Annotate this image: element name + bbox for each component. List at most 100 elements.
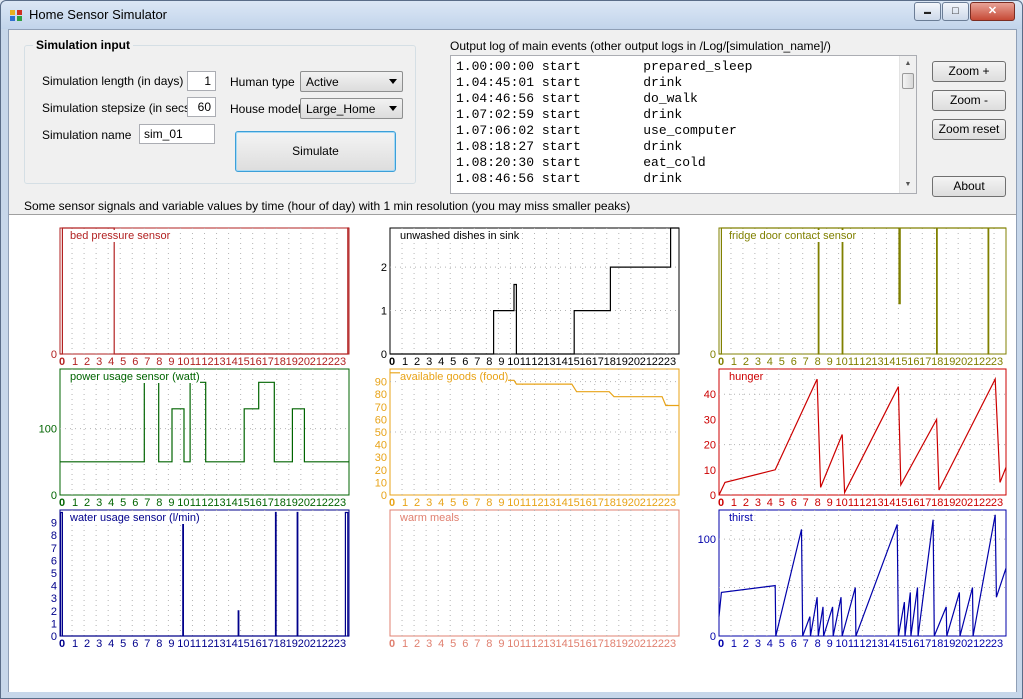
minimize-icon: ▬ [924,9,931,16]
plot-title: available goods (food) [400,371,509,383]
x-tick-label: 0 [389,497,395,509]
x-tick-label: 8 [486,638,492,650]
x-tick-label: 13 [213,356,225,368]
plot-frame [59,368,350,496]
plot-frame [718,368,1007,496]
x-tick-label: 20 [628,356,640,368]
plot-unwashed-dishes: 0 1 2 3 4 5 6 7 8 9 10 11 12 13 14 15 16 17 18 19 20 21 22 23 0 1… [381,227,680,368]
x-tick-label: 10 [507,638,519,650]
log-row: 1.08:18:27 start drink [456,139,683,154]
plot-frame [59,227,350,355]
zoom-in-button[interactable]: Zoom + [932,61,1006,82]
x-tick-label: 6 [462,497,468,509]
x-tick-label: 1 [72,497,78,509]
human-type-select[interactable]: Active [300,71,403,92]
x-tick-label: 18 [931,356,943,368]
x-tick-label: 0 [59,356,65,368]
x-tick-label: 1 [402,356,408,368]
maximize-icon: □ [952,5,959,17]
x-tick-label: 19 [286,356,298,368]
series-line [60,227,349,355]
x-tick-label: 23 [334,497,346,509]
y-tick-label: 10 [704,465,716,477]
minimize-button[interactable]: ▬ [914,2,941,21]
simulate-button[interactable]: Simulate [235,131,396,172]
chart-svg: 0 1 2 3 4 5 6 7 8 9 10 11 12 13 14 15 16 17 18 19 20 21 22 230 [51,227,350,368]
y-tick-label: 70 [375,402,387,414]
y-tick-label: 5 [51,568,57,580]
zoom-reset-button[interactable]: Zoom reset [932,119,1006,140]
x-tick-label: 2 [414,356,420,368]
x-tick-label: 15 [568,638,580,650]
x-tick-label: 11 [848,497,859,509]
x-tick-label: 22 [652,356,664,368]
x-tick-label: 17 [592,638,604,650]
x-tick-label: 1 [72,638,78,650]
x-tick-label: 14 [225,638,237,650]
house-model-select[interactable]: Large_Home [300,98,403,119]
plot-title: power usage sensor (watt) [70,371,200,383]
event-log[interactable]: 1.00:00:00 start prepared_sleep 1.04:45:… [450,55,917,194]
x-tick-label: 13 [543,497,555,509]
name-input[interactable]: sim_01 [139,124,215,144]
x-tick-label: 4 [767,356,773,368]
x-tick-label: 16 [250,497,262,509]
x-tick-label: 15 [568,356,580,368]
x-tick-label: 7 [144,638,150,650]
chart-svg: 0 1 2 3 4 5 6 7 8 9 10 11 12 13 14 15 16 17 18 19 20 21 22 230 [710,227,1007,368]
x-tick-label: 1 [72,356,78,368]
x-tick-label: 23 [334,638,346,650]
x-tick-label: 17 [262,638,274,650]
about-button[interactable]: About [932,176,1006,197]
log-row: 1.08:20:30 start eat_cold [456,155,706,170]
x-tick-label: 3 [426,356,432,368]
y-tick-label: 60 [375,414,387,426]
x-tick-label: 11 [848,356,859,368]
x-tick-label: 19 [286,497,298,509]
plot-frame [389,227,680,355]
x-tick-label: 8 [156,638,162,650]
x-tick-label: 17 [919,638,931,650]
x-tick-label: 8 [156,497,162,509]
y-tick-label: 6 [51,555,57,567]
x-tick-label: 22 [322,638,334,650]
x-tick-label: 23 [664,638,676,650]
x-tick-label: 14 [883,497,895,509]
x-tick-label: 11 [190,638,201,650]
y-tick-label: 40 [375,440,387,452]
graph-panel: 0 1 2 3 4 5 6 7 8 9 10 11 12 13 14 15 16 17 18 19 20 21 22 23 0 b… [9,214,1016,692]
zoom-out-button[interactable]: Zoom - [932,90,1006,111]
x-tick-label: 21 [967,497,979,509]
plot-title: fridge door contact sensor [729,230,857,242]
plot-title: unwashed dishes in sink [400,230,520,242]
scroll-down-icon[interactable]: ▼ [900,177,916,193]
close-button[interactable]: ✕ [970,2,1015,21]
scroll-up-icon[interactable]: ▲ [900,56,916,72]
maximize-button[interactable]: □ [942,2,969,21]
x-tick-label: 3 [426,497,432,509]
log-row: 1.00:00:00 start prepared_sleep [456,59,753,74]
x-tick-label: 23 [991,497,1003,509]
chart-svg: 0 1 2 3 4 5 6 7 8 9 10 11 12 13 14 15 16 17 18 19 20 21 22 2301… [704,368,1007,509]
x-tick-label: 18 [931,638,943,650]
x-tick-label: 16 [250,356,262,368]
y-tick-label: 40 [704,389,716,401]
x-tick-label: 21 [967,638,979,650]
x-tick-label: 20 [955,638,967,650]
series-line [60,511,349,637]
scroll-thumb[interactable] [902,73,914,89]
length-input[interactable]: 1 [187,71,216,91]
x-tick-label: 17 [919,356,931,368]
x-tick-label: 18 [604,497,616,509]
x-tick-label: 20 [298,638,310,650]
title-bar[interactable]: Home Sensor Simulator ▬ □ ✕ [1,1,1022,29]
x-tick-label: 11 [520,356,531,368]
client-area: Simulation input Simulation length (in d… [8,29,1017,692]
x-tick-label: 1 [402,497,408,509]
app-window: Home Sensor Simulator ▬ □ ✕ Simulation i… [0,0,1023,699]
house-model-label: House model [230,102,301,116]
x-tick-label: 10 [835,497,847,509]
y-tick-label: 3 [51,593,57,605]
log-scrollbar[interactable]: ▲ ▼ [899,56,916,193]
stepsize-input[interactable]: 60 [187,97,216,117]
